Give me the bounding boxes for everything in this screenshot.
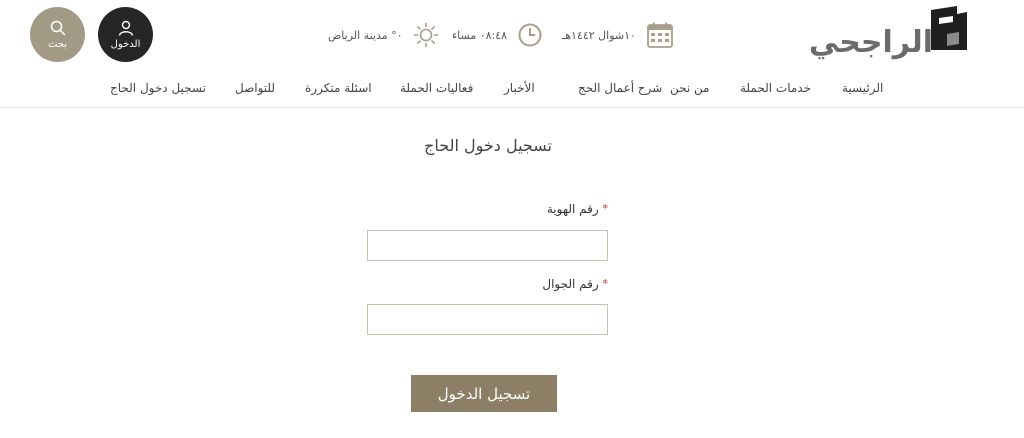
clock-icon (518, 23, 542, 47)
required-mark: * (602, 202, 609, 215)
required-mark: * (602, 277, 609, 290)
search-button-label: بحث (47, 38, 68, 50)
time-widget: ٠٨:٤٨ مساء (452, 18, 543, 52)
mobile-number-label-text: رقم الجوال (542, 277, 599, 291)
sun-icon (413, 22, 438, 48)
header: بحث الدخول ٠° مدينة الرياض ٠٨:٤٨ مساء ١٠… (0, 0, 1024, 70)
date-text: ١٠شوال ١٤٤٢هـ (562, 28, 636, 42)
logo-mark-icon (931, 6, 967, 50)
id-number-label-text: رقم الهوية (546, 202, 599, 216)
nav-item-pilgrim-login[interactable]: تسجيل دخول الحاج (110, 81, 206, 95)
calendar-icon (647, 22, 673, 48)
weather-widget: ٠° مدينة الرياض (328, 18, 439, 52)
nav-item-faq[interactable]: اسئلة متكررة (305, 81, 372, 95)
login-button-label: الدخول (110, 38, 141, 50)
page-title: تسجيل دخول الحاج (424, 136, 552, 155)
nav-item-home[interactable]: الرئيسية (842, 81, 883, 95)
login-button[interactable]: الدخول (98, 7, 153, 62)
search-icon (50, 20, 65, 35)
main-nav: الرئيسية خدمات الحملة من نحن شرح أعمال ا… (0, 70, 1024, 108)
time-text: ٠٨:٤٨ مساء (452, 28, 508, 42)
id-number-label: * رقم الهوية (408, 202, 608, 216)
search-button[interactable]: بحث (30, 7, 85, 62)
nav-item-events[interactable]: فعاليات الحملة (400, 81, 473, 95)
nav-item-hajj-guide[interactable]: شرح أعمال الحج (578, 81, 662, 95)
login-submit-button[interactable]: تسجيل الدخول (411, 375, 557, 412)
nav-item-services[interactable]: خدمات الحملة (740, 81, 811, 95)
user-icon (118, 20, 133, 36)
mobile-number-input[interactable] (367, 304, 608, 335)
mobile-number-label: * رقم الجوال (408, 277, 608, 291)
id-number-input[interactable] (367, 230, 608, 261)
alrajhi-logo[interactable]: الراجحي (809, 6, 971, 62)
nav-item-news[interactable]: الأخبار (504, 81, 535, 95)
nav-item-about[interactable]: من نحن (670, 81, 710, 95)
date-widget: ١٠شوال ١٤٤٢هـ (562, 18, 674, 52)
logo-text: الراجحي (808, 25, 934, 60)
nav-item-contact[interactable]: للتواصل (235, 81, 275, 95)
weather-text: ٠° مدينة الرياض (328, 28, 403, 42)
